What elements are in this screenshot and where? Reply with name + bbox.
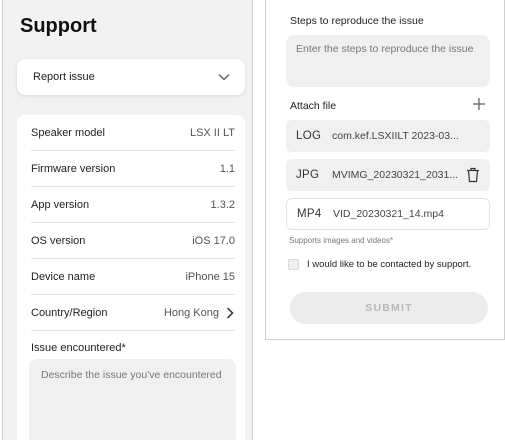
contact-consent-row[interactable]: I would like to be contacted by support.: [288, 259, 471, 270]
file-name: MVIMG_20230321_2031...: [332, 169, 459, 181]
file-type: JPG: [296, 169, 320, 181]
trash-icon[interactable]: [466, 167, 480, 183]
attach-file-label: Attach file: [290, 100, 337, 112]
info-label: App version: [31, 198, 90, 211]
file-type: MP4: [297, 208, 322, 220]
file-type: LOG: [296, 130, 322, 142]
contact-checkbox-label: I would like to be contacted by support.: [307, 259, 472, 270]
info-row-app-version: App version 1.3.2: [31, 187, 235, 223]
info-value: iPhone 15: [185, 270, 235, 283]
attached-file-mp4[interactable]: MP4 VID_20230321_14.mp4: [286, 198, 490, 230]
chevron-down-icon: [218, 74, 230, 81]
info-row-speaker-model: Speaker model LSX II LT: [31, 115, 235, 151]
info-label: Country/Region: [31, 306, 108, 319]
support-screen: Support Report issue Speaker model LSX I…: [2, 0, 253, 440]
chevron-right-icon: [226, 306, 234, 319]
info-row-country-region[interactable]: Country/Region Hong Kong: [31, 295, 235, 331]
page-title: Support: [20, 15, 97, 37]
issue-encountered-label: Issue encountered*: [31, 342, 126, 354]
report-type-selected: Report issue: [33, 71, 95, 83]
info-value-with-chevron: Hong Kong: [164, 306, 235, 320]
issue-description-textarea[interactable]: Describe the issue you've encountered: [29, 359, 236, 440]
info-value: Hong Kong: [163, 306, 219, 319]
device-info-card: Speaker model LSX II LT Firmware version…: [17, 115, 245, 440]
steps-textarea[interactable]: Enter the steps to reproduce the issue: [286, 35, 490, 87]
info-label: OS version: [31, 234, 86, 247]
info-row-device-name: Device name iPhone 15: [31, 259, 235, 295]
info-value: 1.1: [219, 162, 235, 175]
info-label: Speaker model: [31, 126, 105, 139]
support-screen-continued: Steps to reproduce the issue Enter the s…: [265, 0, 505, 340]
info-row-firmware-version: Firmware version 1.1: [31, 151, 235, 187]
steps-label: Steps to reproduce the issue: [290, 15, 424, 27]
supports-hint: Supports images and videos*: [289, 236, 394, 245]
report-type-dropdown[interactable]: Report issue: [17, 59, 245, 95]
attached-file-log[interactable]: LOG com.kef.LSXIILT 2023-03...: [286, 120, 490, 152]
info-value: 1.3.2: [210, 198, 235, 211]
info-value: iOS 17.0: [192, 234, 235, 247]
contact-checkbox[interactable]: [288, 259, 299, 270]
attached-file-jpg[interactable]: JPG MVIMG_20230321_2031...: [286, 159, 490, 191]
info-label: Firmware version: [31, 162, 116, 175]
info-value: LSX II LT: [189, 126, 235, 139]
info-label: Device name: [31, 270, 96, 283]
file-name: VID_20230321_14.mp4: [333, 208, 444, 220]
submit-button[interactable]: SUBMIT: [290, 292, 488, 324]
file-name: com.kef.LSXIILT 2023-03...: [332, 130, 459, 142]
plus-icon[interactable]: [472, 97, 486, 111]
info-row-os-version: OS version iOS 17.0: [31, 223, 235, 259]
